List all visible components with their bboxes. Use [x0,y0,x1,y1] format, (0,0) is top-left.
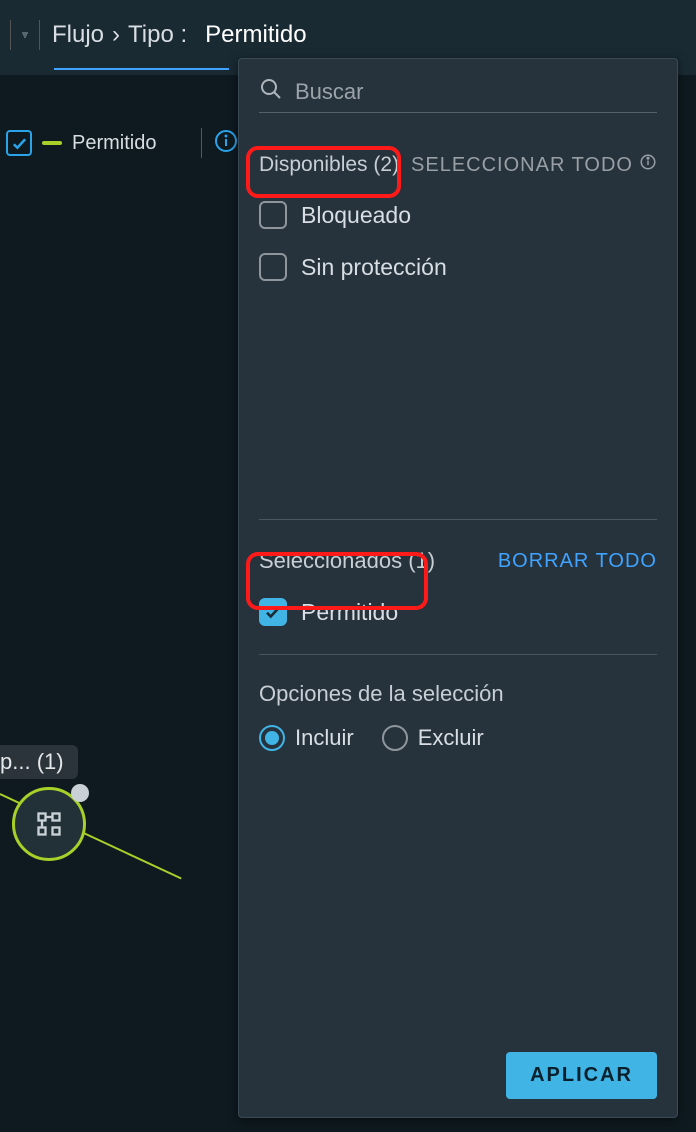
available-options-list: Bloqueado Sin protección [259,201,657,281]
info-icon[interactable] [214,129,238,158]
breadcrumb-level2[interactable]: Tipo : [128,21,187,49]
apply-button[interactable]: APLICAR [506,1052,657,1099]
graph-node[interactable] [12,787,86,861]
radio-button-on[interactable] [259,725,285,751]
breadcrumb-value[interactable]: Permitido [205,21,306,49]
selection-options-radios: Incluir Excluir [259,725,657,751]
option-bloqueado[interactable]: Bloqueado [259,201,657,229]
select-all-label: SELECCIONAR TODO [411,154,633,177]
graph-node-area: tyGroup... (1) [0,745,86,861]
option-label: Sin protección [301,254,447,281]
selected-options-list: Permitido [259,598,657,626]
node-badge-icon [71,784,89,802]
option-label: Bloqueado [301,202,411,229]
search-icon [259,77,283,106]
radio-button-off[interactable] [382,725,408,751]
clear-all-button[interactable]: BORRAR TODO [498,550,657,573]
selected-label: Seleccionados (1) [259,548,435,574]
filter-chip-checkbox[interactable] [6,130,32,156]
active-filter-chip[interactable]: Permitido [0,118,238,168]
divider [259,654,657,655]
info-icon[interactable] [639,153,657,177]
checkbox-checked[interactable] [259,598,287,626]
option-label: Permitido [301,599,398,626]
checkbox[interactable] [259,253,287,281]
option-permitido[interactable]: Permitido [259,598,657,626]
chevron-right-icon: › [112,21,120,49]
filter-chip-label: Permitido [72,132,156,155]
radio-exclude[interactable]: Excluir [382,725,484,751]
panel-footer: APLICAR [259,1052,657,1099]
search-input[interactable] [295,79,657,105]
graph-node-label[interactable]: tyGroup... (1) [0,745,78,779]
filter-dropdown-panel: Disponibles (2) SELECCIONAR TODO Bloquea… [238,58,678,1118]
active-tab-underline [54,68,229,70]
select-all-button[interactable]: SELECCIONAR TODO [411,153,657,177]
checkbox[interactable] [259,201,287,229]
breadcrumb-level1[interactable]: Flujo [52,21,104,49]
filter-icon[interactable] [10,20,40,50]
available-label: Disponibles (2) [259,153,399,177]
search-row [259,77,657,113]
option-sin-proteccion[interactable]: Sin protección [259,253,657,281]
radio-label: Incluir [295,725,354,751]
divider [259,519,657,520]
breadcrumb: Flujo › Tipo : Permitido [52,21,307,49]
selection-options-title: Opciones de la selección [259,681,657,707]
available-header: Disponibles (2) SELECCIONAR TODO [259,153,657,177]
radio-include[interactable]: Incluir [259,725,354,751]
radio-label: Excluir [418,725,484,751]
allowed-color-legend-icon [42,141,62,145]
selected-header: Seleccionados (1) BORRAR TODO [259,548,657,574]
